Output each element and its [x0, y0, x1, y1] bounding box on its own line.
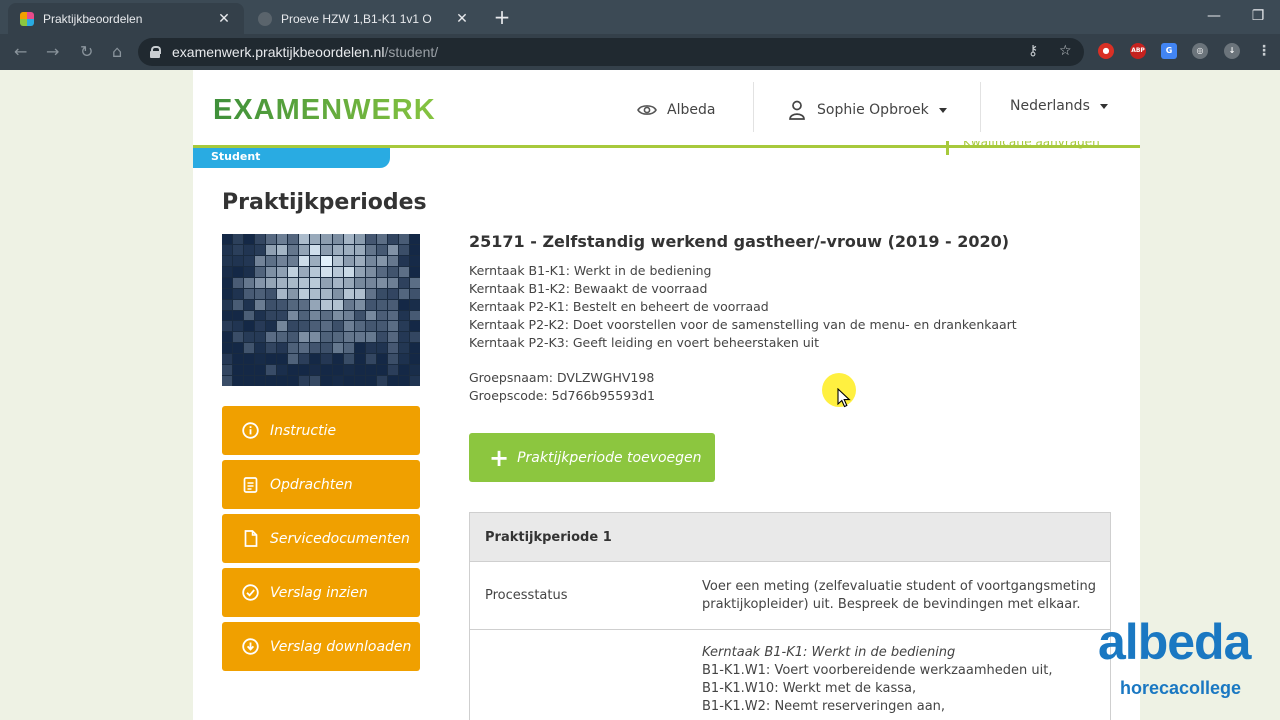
verslag-inzien-button[interactable]: Verslag inzien	[222, 568, 420, 617]
kerntaak-item: Kerntaak P2-K3: Geeft leiding en voert b…	[469, 335, 820, 350]
tab-close-icon[interactable]: ✕	[216, 10, 232, 27]
star-icon[interactable]: ☆	[1059, 43, 1072, 59]
organisation-name: Albeda	[667, 102, 716, 118]
browser-tab-proeve[interactable]: Proeve HZW 1,B1-K1 1v1 O ✕	[246, 3, 482, 34]
address-bar[interactable]: examenwerk.praktijkbeoordelen.nl/student…	[138, 38, 1084, 66]
werkprocessen-list: Kerntaak B1-K1: Werkt in de bediening B1…	[702, 644, 1102, 716]
plus-icon: +	[489, 443, 510, 472]
browser-toolbar: ← → ↻ ⌂ examenwerk.praktijkbeoordelen.nl…	[0, 34, 1280, 70]
add-praktijkperiode-button[interactable]: + Praktijkperiode toevoegen	[469, 433, 715, 482]
praktijkperiode-heading: Praktijkperiode 1	[470, 513, 1110, 562]
table-row: Processtatus Voer een meting (zelfevalua…	[470, 563, 1110, 630]
eye-icon	[637, 105, 657, 115]
werkproces-item: B1-K1.W10: Werkt met de kassa,	[702, 681, 917, 696]
verslag-downloaden-button[interactable]: Verslag downloaden	[222, 622, 420, 671]
chevron-down-icon	[938, 107, 947, 113]
extension-red-icon[interactable]: ●	[1098, 43, 1114, 59]
processtatus-label: Processtatus	[485, 588, 568, 603]
group-info: Groepsnaam: DVLZWGHV198 Groepscode: 5d76…	[469, 369, 655, 404]
reload-icon[interactable]: ↻	[80, 42, 93, 61]
kerntaak-item: Kerntaak P2-K1: Bestelt en beheert de vo…	[469, 299, 769, 314]
kerntaak-item: Kerntaak B1-K2: Bewaakt de voorraad	[469, 281, 708, 296]
table-row: Kerntaak B1-K1: Werkt in de bediening B1…	[470, 631, 1110, 720]
translate-icon[interactable]: G	[1161, 43, 1177, 59]
albeda-watermark-logo: albeda horecacollege	[1098, 612, 1258, 704]
url-path: /student/	[384, 44, 439, 60]
mouse-cursor-icon	[837, 388, 851, 408]
forward-icon[interactable]: →	[46, 42, 59, 61]
language-select[interactable]: Nederlands	[1010, 92, 1108, 120]
course-title: 25171 - Zelfstandig werkend gastheer/-vr…	[469, 232, 1010, 251]
instructie-label: Instructie	[270, 422, 337, 439]
maximize-icon[interactable]: ❐	[1236, 0, 1280, 34]
check-circle-icon	[242, 584, 259, 601]
verslag-inzien-label: Verslag inzien	[270, 584, 368, 601]
header-divider	[980, 82, 981, 132]
page-title: Praktijkperiodes	[222, 190, 427, 215]
kerntaak-item: Kerntaak P2-K2: Doet voorstellen voor de…	[469, 317, 1017, 332]
werkproces-item: B1-K1.W1: Voert voorbereidende werkzaamh…	[702, 663, 1053, 678]
document-icon	[242, 530, 259, 547]
clipboard-icon	[242, 476, 259, 493]
role-tab-student[interactable]: Student	[193, 148, 390, 168]
qualification-link[interactable]: Kwalificatie aanvragen	[946, 141, 1100, 155]
back-icon[interactable]: ←	[14, 42, 27, 61]
verslag-downloaden-label: Verslag downloaden	[270, 638, 412, 655]
download-ext-icon[interactable]: ↓	[1224, 43, 1240, 59]
download-icon	[242, 638, 259, 655]
header-divider	[753, 82, 754, 132]
groepscode: Groepscode: 5d766b95593d1	[469, 387, 655, 403]
praktijkperiode-table: Praktijkperiode 1 Processtatus Voer een …	[469, 512, 1111, 720]
key-icon[interactable]: ⚷	[1028, 43, 1038, 59]
albeda-sub: horecacollege	[1120, 678, 1242, 698]
new-tab-button[interactable]: +	[488, 5, 516, 29]
processtatus-value: Voer een meting (zelfevaluatie student o…	[702, 579, 1096, 612]
info-icon	[242, 422, 259, 439]
kerntaak-item: Kerntaak B1-K1: Werkt in de bediening	[469, 263, 712, 278]
add-praktijkperiode-label: Praktijkperiode toevoegen	[517, 449, 702, 466]
page-container: EXAMENWERK Albeda Sophie Opbroek Nederla…	[193, 70, 1140, 720]
tab-title: Proeve HZW 1,B1-K1 1v1 O	[281, 11, 432, 26]
adblock-icon[interactable]: ABP	[1130, 43, 1146, 59]
servicedocumenten-button[interactable]: Servicedocumenten	[222, 514, 420, 563]
course-image	[222, 234, 420, 386]
language-label: Nederlands	[1010, 98, 1090, 114]
albeda-brand: albeda	[1098, 614, 1251, 670]
favicon-icon	[20, 11, 34, 26]
tab-close-icon[interactable]: ✕	[454, 10, 470, 27]
werkproces-item: B1-K1.W2: Neemt reserveringen aan,	[702, 699, 946, 714]
url-host: examenwerk.praktijkbeoordelen.nl	[172, 44, 385, 60]
instructie-button[interactable]: Instructie	[222, 406, 420, 455]
kerntaak-heading: Kerntaak B1-K1: Werkt in de bediening	[702, 645, 956, 660]
kerntaken-list: Kerntaak B1-K1: Werkt in de bediening Ke…	[469, 262, 1017, 352]
browser-tabbar: Praktijkbeoordelen ✕ Proeve HZW 1,B1-K1 …	[0, 0, 1280, 34]
groepsnaam: Groepsnaam: DVLZWGHV198	[469, 370, 655, 385]
favicon-icon	[258, 11, 272, 26]
home-icon[interactable]: ⌂	[112, 42, 122, 61]
chevron-down-icon	[1099, 103, 1108, 109]
menu-icon[interactable]: ⋮	[1256, 43, 1272, 59]
lock-icon	[150, 46, 161, 58]
user-menu[interactable]: Sophie Opbroek	[789, 96, 947, 124]
opdrachten-button[interactable]: Opdrachten	[222, 460, 420, 509]
opdrachten-label: Opdrachten	[270, 476, 353, 493]
user-name: Sophie Opbroek	[817, 102, 929, 118]
extension-gray-icon[interactable]: ◎	[1192, 43, 1208, 59]
tab-title: Praktijkbeoordelen	[43, 11, 143, 26]
servicedocumenten-label: Servicedocumenten	[270, 530, 410, 547]
examenwerk-logo[interactable]: EXAMENWERK	[213, 94, 436, 127]
organisation-link[interactable]: Albeda	[637, 96, 715, 124]
user-icon	[789, 100, 805, 120]
browser-tab-praktijkbeoordelen[interactable]: Praktijkbeoordelen ✕	[8, 3, 244, 34]
minimize-icon[interactable]: —	[1192, 0, 1236, 34]
